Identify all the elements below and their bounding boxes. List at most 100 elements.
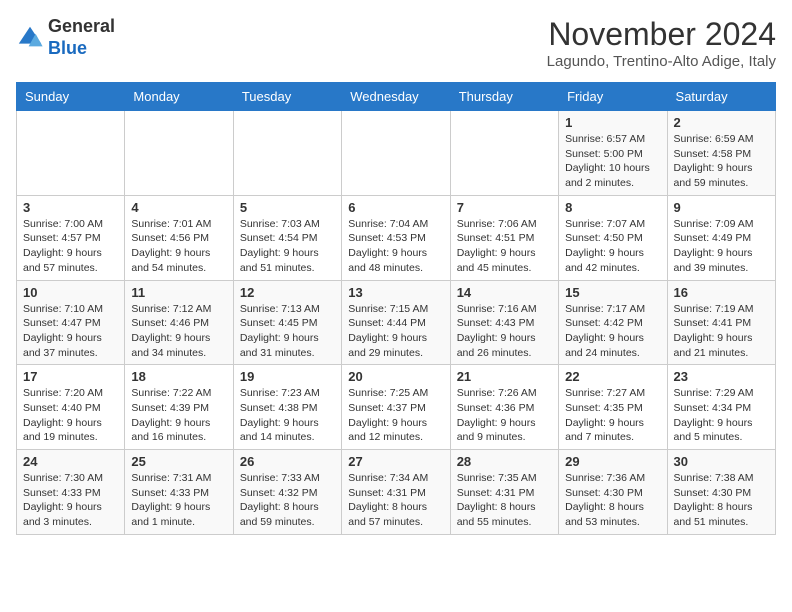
day-info: Sunrise: 7:06 AM Sunset: 4:51 PM Dayligh… [457,217,552,276]
logo-icon [16,24,44,52]
calendar-cell: 13 Sunrise: 7:15 AM Sunset: 4:44 PM Dayli… [342,280,450,365]
calendar-cell: 16Sunrise: 7:19 AM Sunset: 4:41 PM Dayli… [667,280,775,365]
calendar-cell: 5Sunrise: 7:03 AM Sunset: 4:54 PM Daylig… [233,195,341,280]
day-info: Sunrise: 6:59 AM Sunset: 4:58 PM Dayligh… [674,132,769,191]
calendar-week-row: 24Sunrise: 7:30 AM Sunset: 4:33 PM Dayli… [17,450,776,535]
day-number: 9 [674,200,769,215]
calendar-cell: 12Sunrise: 7:13 AM Sunset: 4:45 PM Dayli… [233,280,341,365]
calendar-cell: 27Sunrise: 7:34 AM Sunset: 4:31 PM Dayli… [342,450,450,535]
day-info: Sunrise: 7:29 AM Sunset: 4:34 PM Dayligh… [674,386,769,445]
calendar-week-row: 10 Sunrise: 7:10 AM Sunset: 4:47 PM Dayli… [17,280,776,365]
month-title: November 2024 [547,16,776,53]
calendar-cell: 18Sunrise: 7:22 AM Sunset: 4:39 PM Dayli… [125,365,233,450]
calendar-cell: 1 Sunrise: 6:57 AM Sunset: 5:00 PM Daylig… [559,111,667,196]
day-info: Sunrise: 7:31 AM Sunset: 4:33 PM Dayligh… [131,471,226,530]
day-info: Sunrise: 7:20 AM Sunset: 4:40 PM Dayligh… [23,386,118,445]
location-title: Lagundo, Trentino-Alto Adige, Italy [547,53,776,70]
calendar-table: SundayMondayTuesdayWednesdayThursdayFrid… [16,82,776,535]
day-number: 19 [240,369,335,384]
calendar-week-row: 17 Sunrise: 7:20 AM Sunset: 4:40 PM Dayli… [17,365,776,450]
calendar-cell: 4Sunrise: 7:01 AM Sunset: 4:56 PM Daylig… [125,195,233,280]
calendar-cell: 14 Sunrise: 7:16 AM Sunset: 4:43 PM Dayli… [450,280,558,365]
day-number: 15 [565,285,660,300]
day-info: Sunrise: 7:25 AM Sunset: 4:37 PM Dayligh… [348,386,443,445]
day-number: 16 [674,285,769,300]
calendar-body: 1 Sunrise: 6:57 AM Sunset: 5:00 PM Daylig… [17,111,776,535]
day-info: Sunrise: 7:33 AM Sunset: 4:32 PM Dayligh… [240,471,335,530]
day-number: 30 [674,454,769,469]
calendar-header: SundayMondayTuesdayWednesdayThursdayFrid… [17,83,776,111]
logo: General Blue [16,16,115,59]
day-info: Sunrise: 7:34 AM Sunset: 4:31 PM Dayligh… [348,471,443,530]
day-info: Sunrise: 7:10 AM Sunset: 4:47 PM Dayligh… [23,302,118,361]
logo-blue-text: Blue [48,38,87,58]
calendar-cell: 24Sunrise: 7:30 AM Sunset: 4:33 PM Dayli… [17,450,125,535]
day-number: 29 [565,454,660,469]
calendar-cell [342,111,450,196]
day-number: 11 [131,285,226,300]
calendar-cell: 9 Sunrise: 7:09 AM Sunset: 4:49 PM Daylig… [667,195,775,280]
day-info: Sunrise: 7:03 AM Sunset: 4:54 PM Dayligh… [240,217,335,276]
calendar-cell: 10 Sunrise: 7:10 AM Sunset: 4:47 PM Dayli… [17,280,125,365]
day-info: Sunrise: 6:57 AM Sunset: 5:00 PM Dayligh… [565,132,660,191]
day-number: 7 [457,200,552,215]
header-row: SundayMondayTuesdayWednesdayThursdayFrid… [17,83,776,111]
day-number: 3 [23,200,118,215]
calendar-week-row: 1 Sunrise: 6:57 AM Sunset: 5:00 PM Daylig… [17,111,776,196]
calendar-cell: 17 Sunrise: 7:20 AM Sunset: 4:40 PM Dayli… [17,365,125,450]
day-info: Sunrise: 7:01 AM Sunset: 4:56 PM Dayligh… [131,217,226,276]
calendar-cell: 8Sunrise: 7:07 AM Sunset: 4:50 PM Daylig… [559,195,667,280]
calendar-cell: 11 Sunrise: 7:12 AM Sunset: 4:46 PM Dayli… [125,280,233,365]
calendar-cell: 28Sunrise: 7:35 AM Sunset: 4:31 PM Dayli… [450,450,558,535]
calendar-week-row: 3 Sunrise: 7:00 AM Sunset: 4:57 PM Daylig… [17,195,776,280]
day-number: 2 [674,115,769,130]
day-number: 23 [674,369,769,384]
title-area: November 2024 Lagundo, Trentino-Alto Adi… [547,16,776,70]
weekday-header: Monday [125,83,233,111]
day-number: 17 [23,369,118,384]
day-number: 20 [348,369,443,384]
day-info: Sunrise: 7:04 AM Sunset: 4:53 PM Dayligh… [348,217,443,276]
calendar-cell [125,111,233,196]
calendar-cell: 25 Sunrise: 7:31 AM Sunset: 4:33 PM Dayli… [125,450,233,535]
header: General Blue November 2024 Lagundo, Tren… [16,16,776,70]
day-info: Sunrise: 7:27 AM Sunset: 4:35 PM Dayligh… [565,386,660,445]
calendar-cell: 7 Sunrise: 7:06 AM Sunset: 4:51 PM Daylig… [450,195,558,280]
calendar-cell: 15Sunrise: 7:17 AM Sunset: 4:42 PM Dayli… [559,280,667,365]
weekday-header: Friday [559,83,667,111]
day-number: 22 [565,369,660,384]
day-number: 6 [348,200,443,215]
calendar-cell: 23 Sunrise: 7:29 AM Sunset: 4:34 PM Dayli… [667,365,775,450]
calendar-cell: 21 Sunrise: 7:26 AM Sunset: 4:36 PM Dayli… [450,365,558,450]
day-number: 26 [240,454,335,469]
calendar-cell [233,111,341,196]
day-info: Sunrise: 7:15 AM Sunset: 4:44 PM Dayligh… [348,302,443,361]
day-info: Sunrise: 7:26 AM Sunset: 4:36 PM Dayligh… [457,386,552,445]
day-number: 13 [348,285,443,300]
day-number: 25 [131,454,226,469]
day-number: 14 [457,285,552,300]
day-info: Sunrise: 7:16 AM Sunset: 4:43 PM Dayligh… [457,302,552,361]
calendar-cell: 3 Sunrise: 7:00 AM Sunset: 4:57 PM Daylig… [17,195,125,280]
day-number: 8 [565,200,660,215]
weekday-header: Sunday [17,83,125,111]
logo-general-text: General [48,16,115,36]
day-info: Sunrise: 7:09 AM Sunset: 4:49 PM Dayligh… [674,217,769,276]
day-info: Sunrise: 7:12 AM Sunset: 4:46 PM Dayligh… [131,302,226,361]
calendar-cell: 22 Sunrise: 7:27 AM Sunset: 4:35 PM Dayli… [559,365,667,450]
day-info: Sunrise: 7:38 AM Sunset: 4:30 PM Dayligh… [674,471,769,530]
day-number: 18 [131,369,226,384]
day-number: 12 [240,285,335,300]
day-number: 24 [23,454,118,469]
weekday-header: Thursday [450,83,558,111]
day-info: Sunrise: 7:00 AM Sunset: 4:57 PM Dayligh… [23,217,118,276]
day-number: 1 [565,115,660,130]
day-number: 10 [23,285,118,300]
calendar-cell: 6 Sunrise: 7:04 AM Sunset: 4:53 PM Daylig… [342,195,450,280]
day-number: 21 [457,369,552,384]
day-info: Sunrise: 7:36 AM Sunset: 4:30 PM Dayligh… [565,471,660,530]
day-info: Sunrise: 7:23 AM Sunset: 4:38 PM Dayligh… [240,386,335,445]
weekday-header: Tuesday [233,83,341,111]
calendar-cell [450,111,558,196]
calendar-cell [17,111,125,196]
